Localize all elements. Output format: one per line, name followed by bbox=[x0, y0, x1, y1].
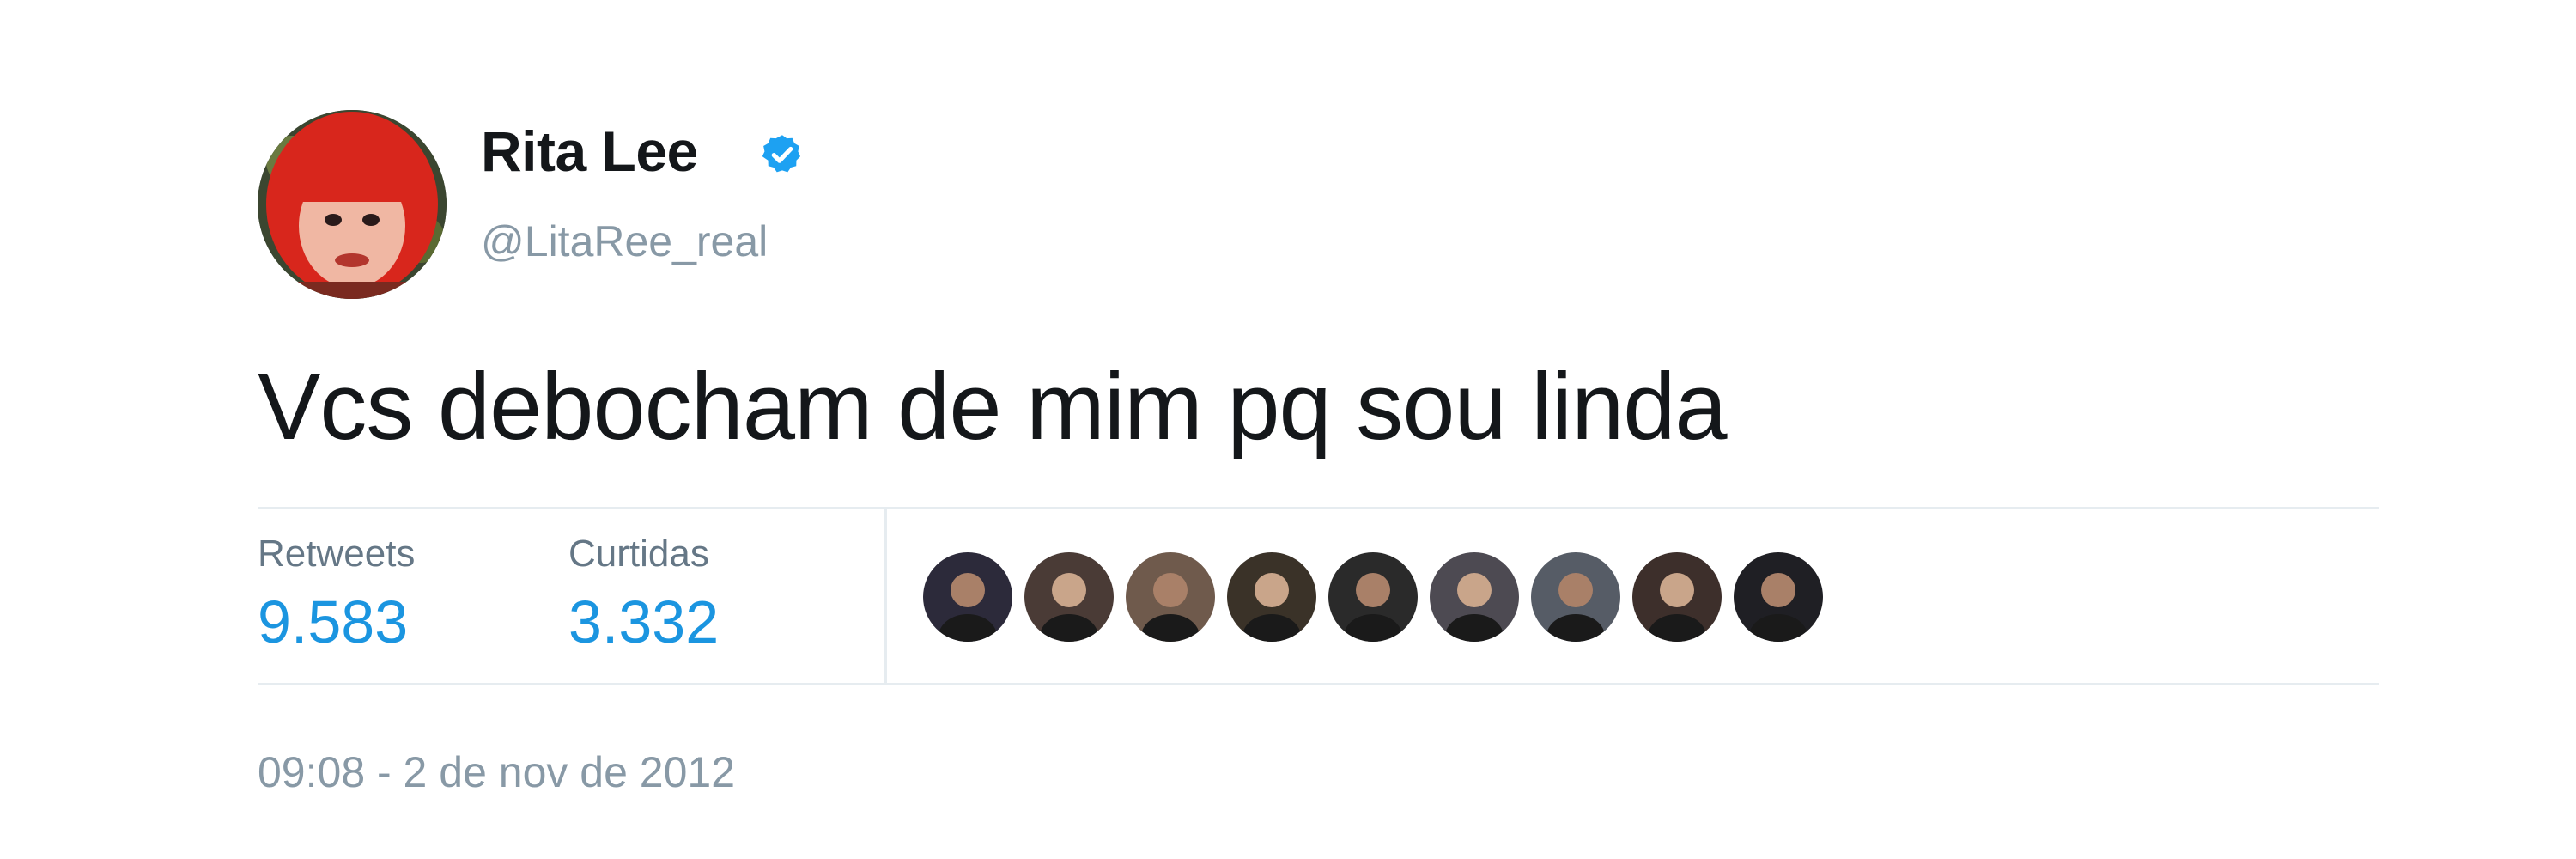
retweets-label: Retweets bbox=[258, 533, 416, 575]
likes-stat[interactable]: Curtidas 3.332 bbox=[568, 533, 719, 656]
tweet-card: Rita Lee @LitaRee_real Vcs debocham de m… bbox=[0, 0, 2576, 859]
tweet-timestamp[interactable]: 09:08 - 2 de nov de 2012 bbox=[258, 747, 735, 797]
author-name[interactable]: Rita Lee bbox=[481, 119, 698, 184]
liker-avatar[interactable] bbox=[1024, 552, 1114, 642]
retweets-count: 9.583 bbox=[258, 588, 409, 655]
stats-top-divider bbox=[258, 507, 2379, 509]
liker-avatar[interactable] bbox=[1126, 552, 1215, 642]
user-avatar-icon bbox=[1531, 552, 1620, 642]
user-avatar-icon bbox=[1430, 552, 1519, 642]
retweets-stat[interactable]: Retweets 9.583 bbox=[258, 533, 415, 656]
liker-avatar[interactable] bbox=[1227, 552, 1316, 642]
liker-avatar[interactable] bbox=[1632, 552, 1722, 642]
user-avatar-icon bbox=[1328, 552, 1418, 642]
liker-avatars bbox=[923, 552, 1823, 647]
likes-count: 3.332 bbox=[568, 588, 720, 655]
verified-badge-icon bbox=[762, 135, 801, 173]
tweet-text: Vcs debocham de mim pq sou linda bbox=[258, 354, 1728, 460]
liker-avatar[interactable] bbox=[923, 552, 1012, 642]
stats-vertical-divider bbox=[884, 507, 887, 685]
liker-avatar[interactable] bbox=[1328, 552, 1418, 642]
likes-label: Curtidas bbox=[568, 533, 709, 575]
user-avatar-icon bbox=[923, 552, 1012, 642]
user-avatar-icon bbox=[1126, 552, 1215, 642]
author-avatar[interactable] bbox=[258, 110, 447, 299]
liker-avatar[interactable] bbox=[1430, 552, 1519, 642]
user-avatar-icon bbox=[1227, 552, 1316, 642]
stats-bottom-divider bbox=[258, 683, 2379, 685]
author-handle[interactable]: @LitaRee_real bbox=[481, 216, 768, 266]
liker-avatar[interactable] bbox=[1531, 552, 1620, 642]
user-avatar-icon bbox=[1734, 552, 1823, 642]
liker-avatar[interactable] bbox=[1734, 552, 1823, 642]
user-avatar-icon bbox=[1632, 552, 1722, 642]
user-avatar-icon bbox=[1024, 552, 1114, 642]
avatar-image bbox=[258, 110, 447, 299]
